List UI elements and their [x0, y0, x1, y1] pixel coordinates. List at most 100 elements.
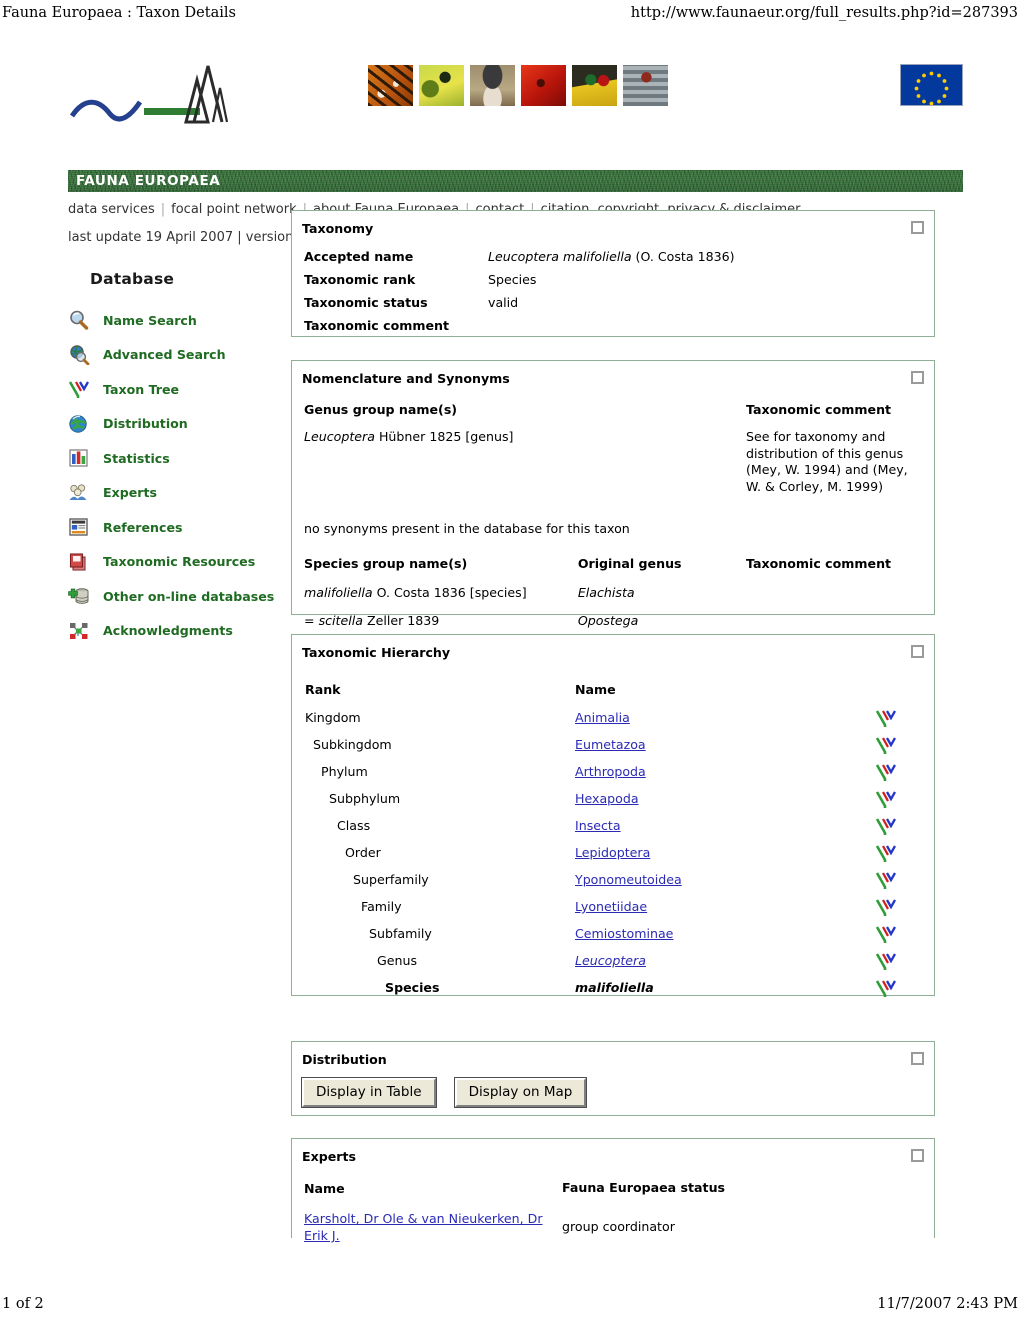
taxon-tree-icon[interactable] — [875, 789, 897, 809]
page-number: 1 of 2 — [2, 1296, 44, 1312]
experts-header-row: Name Fauna Europaea status — [304, 1180, 924, 1197]
sidebar-item-label: Taxonomic Resources — [103, 554, 256, 569]
hierarchy-row-kingdom: Kingdom Animalia — [305, 704, 924, 731]
taxon-tree-icon[interactable] — [875, 762, 897, 782]
taxonomy-row: Taxonomic comment — [304, 318, 924, 333]
distribution-body: Display in Table Display on Map — [292, 1067, 934, 1119]
rank-label: Class — [337, 818, 371, 833]
sidebar-item-label: References — [103, 519, 183, 535]
genus-group-header: Genus group name(s) — [304, 402, 458, 417]
taxon-tree-icon[interactable] — [875, 708, 897, 728]
taxon-link[interactable]: Yponomeutoidea — [575, 872, 875, 887]
taxon-tree-icon[interactable] — [875, 843, 897, 863]
panel-title: Distribution — [302, 1052, 387, 1067]
hierarchy-row-subfamily: Subfamily Cemiostominae — [305, 920, 924, 947]
hierarchy-row-order: Order Lepidoptera — [305, 839, 924, 866]
row-key: Taxonomic rank — [304, 272, 416, 287]
synonym-original-genus: Opostega — [577, 613, 639, 629]
butterfly-wing-thumbnail — [366, 63, 415, 108]
panel-checkbox-icon[interactable] — [911, 1052, 924, 1065]
sidebar-item-references[interactable]: References — [68, 515, 280, 539]
rank-label: Subphylum — [329, 791, 401, 806]
panel-checkbox-icon[interactable] — [911, 645, 924, 658]
taxon-link[interactable]: Lyonetiidae — [575, 899, 875, 914]
row-value: Leucoptera malifoliella (O. Costa 1836) — [488, 249, 735, 264]
panel-title: Taxonomic Hierarchy — [302, 645, 451, 660]
taxonomy-row: Accepted name Leucoptera malifoliella (O… — [304, 249, 924, 264]
taxon-link[interactable]: Leucoptera — [575, 953, 875, 968]
people-icon — [68, 483, 90, 503]
species-name-author: O. Costa 1836 [species] — [372, 585, 527, 601]
accepted-name-author: (O. Costa 1836) — [631, 249, 735, 264]
original-genus-header: Original genus — [577, 556, 682, 572]
rank-label: Family — [361, 899, 402, 914]
display-on-map-button[interactable]: Display on Map — [453, 1077, 588, 1108]
genus-name: Leucoptera Hübner 1825 [genus] — [304, 429, 746, 499]
last-update-line: last update 19 April 2007 | version 1.3 — [68, 230, 319, 245]
rank-label: Species — [385, 980, 440, 995]
rank-label: Phylum — [321, 764, 368, 779]
panel-checkbox-icon[interactable] — [911, 221, 924, 234]
taxon-link[interactable]: Lepidoptera — [575, 845, 875, 860]
sidebar-item-label: Distribution — [103, 416, 188, 431]
taxon-tree-icon — [68, 379, 90, 399]
sidebar-item-other-databases[interactable]: Other on-line databases — [68, 584, 280, 608]
taxon-link[interactable]: Hexapoda — [575, 791, 875, 806]
genus-name-italic: Leucoptera — [304, 429, 375, 444]
rank-label: Superfamily — [353, 872, 429, 887]
sidebar-item-statistics[interactable]: Statistics — [68, 446, 280, 470]
fauna-europaea-wordmark: FAUNA EUROPAEA — [68, 170, 963, 192]
taxon-tree-icon[interactable] — [875, 978, 897, 998]
globe-magnifier-icon — [68, 344, 90, 365]
wasp-head-thumbnail — [570, 63, 619, 108]
taxon-tree-icon[interactable] — [875, 816, 897, 836]
red-beetle-thumbnail — [519, 63, 568, 108]
sidebar-item-advanced-search[interactable]: Advanced Search — [68, 343, 280, 367]
sidebar-item-acknowledgments[interactable]: Acknowledgments — [68, 619, 280, 643]
nav-item-focal-point-network[interactable]: focal point network — [171, 202, 296, 217]
sidebar-item-label: Advanced Search — [103, 347, 226, 362]
taxon-tree-icon[interactable] — [875, 951, 897, 971]
expert-row: Karsholt, Dr Ole & van Nieukerken, Dr Er… — [304, 1210, 924, 1244]
species-name-row: malifoliella O. Costa 1836 [species] Ela… — [304, 585, 924, 600]
print-header: Fauna Europaea : Taxon Details http://ww… — [0, 5, 1020, 21]
magnifier-icon — [68, 310, 90, 330]
panel-checkbox-icon[interactable] — [911, 1149, 924, 1162]
taxon-tree-icon[interactable] — [875, 735, 897, 755]
hierarchy-row-family: Family Lyonetiidae — [305, 893, 924, 920]
nav-item-data-services[interactable]: data services — [68, 202, 155, 217]
taxon-tree-icon[interactable] — [875, 897, 897, 917]
books-icon — [68, 552, 90, 572]
sidebar-item-experts[interactable]: Experts — [68, 481, 280, 505]
panel-checkbox-icon[interactable] — [911, 371, 924, 384]
site-banner — [68, 50, 963, 145]
genus-name-author: Hübner 1825 [genus] — [374, 429, 514, 444]
taxonomic-hierarchy-panel: Taxonomic Hierarchy Rank Name Kingdom An… — [291, 634, 935, 997]
taxon-link[interactable]: Insecta — [575, 818, 875, 833]
print-footer: 1 of 2 11/7/2007 2:43 PM — [0, 1296, 1020, 1312]
expert-name-link[interactable]: Karsholt, Dr Ole & van Nieukerken, Dr Er… — [304, 1210, 562, 1244]
taxon-tree-icon[interactable] — [875, 870, 897, 890]
taxon-tree-icon[interactable] — [875, 924, 897, 944]
panel-title: Nomenclature and Synonyms — [302, 371, 510, 386]
sidebar-item-taxonomic-resources[interactable]: Taxonomic Resources — [68, 550, 280, 574]
species-header-row: Species group name(s) Original genus Tax… — [304, 556, 924, 571]
display-in-table-button[interactable]: Display in Table — [301, 1077, 437, 1108]
document-icon — [68, 517, 90, 537]
genus-taxonomic-comment: See for taxonomy and distribution of thi… — [746, 429, 908, 494]
taxon-link[interactable]: Arthropoda — [575, 764, 875, 779]
taxon-link[interactable]: Eumetazoa — [575, 737, 875, 752]
sidebar-item-name-search[interactable]: Name Search — [68, 308, 280, 332]
database-plus-icon — [68, 586, 90, 606]
species-comment-header: Taxonomic comment — [746, 556, 892, 572]
globe-icon — [68, 414, 90, 434]
taxonomy-panel: Taxonomy Accepted name Leucoptera malifo… — [291, 210, 935, 337]
taxon-link[interactable]: Animalia — [575, 710, 875, 725]
sidebar-item-distribution[interactable]: Distribution — [68, 412, 280, 436]
expert-status: group coordinator — [562, 1219, 675, 1234]
european-union-flag-icon — [900, 64, 963, 106]
sidebar-item-label: Other on-line databases — [103, 588, 275, 604]
taxon-link[interactable]: Cemiostominae — [575, 926, 875, 941]
hierarchy-body: Rank Name Kingdom Animalia Subkingdom Eu… — [292, 660, 934, 1013]
sidebar-item-taxon-tree[interactable]: Taxon Tree — [68, 377, 280, 401]
